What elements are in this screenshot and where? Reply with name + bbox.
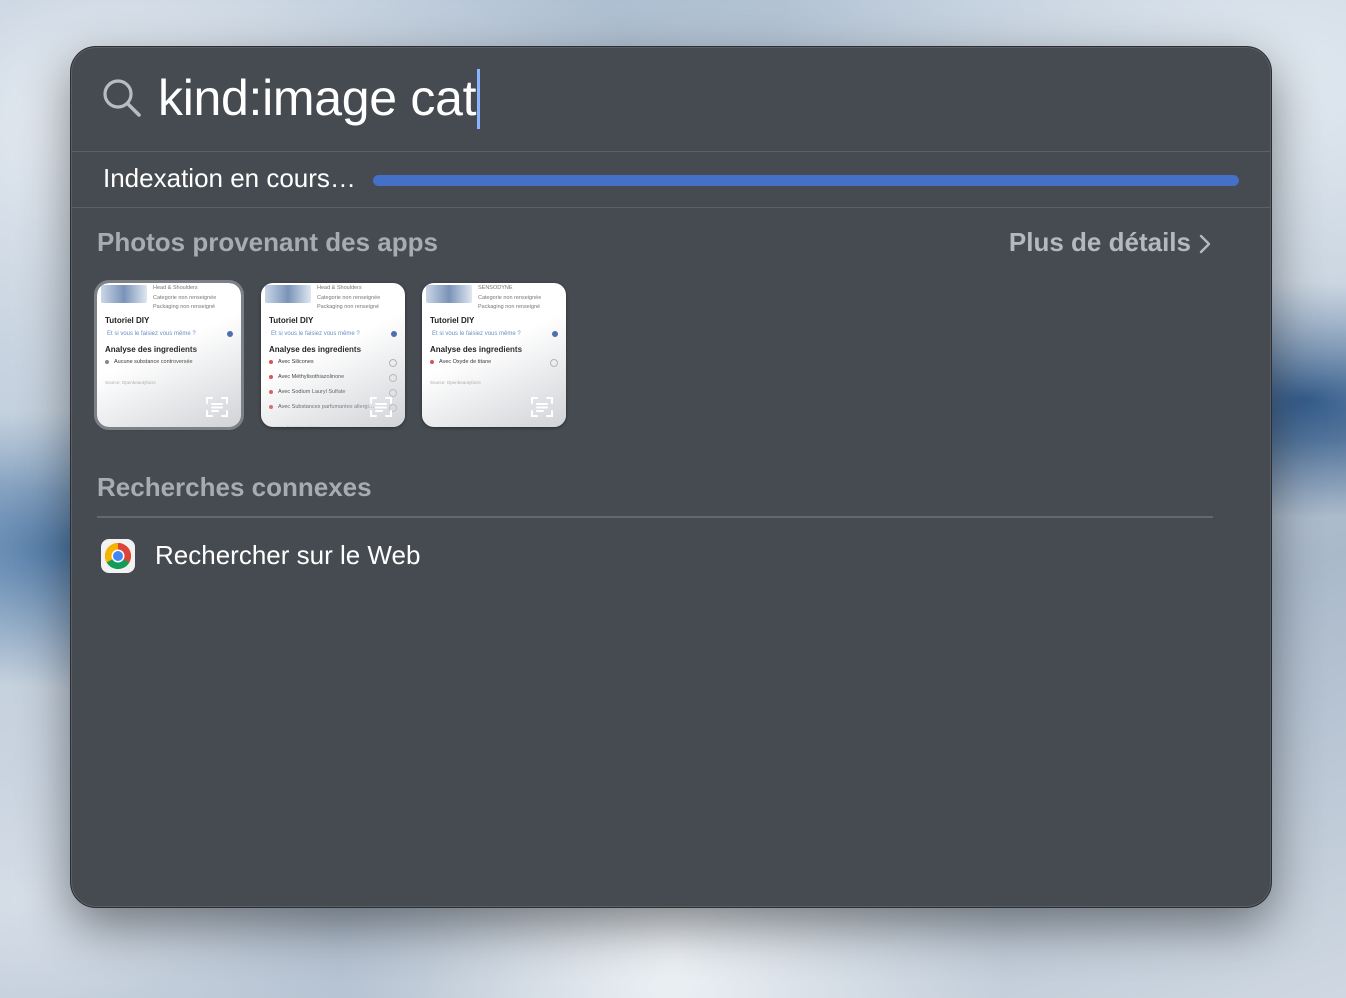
live-text-icon (206, 397, 228, 417)
more-details-link[interactable]: Plus de détails (1009, 227, 1211, 258)
divider (97, 516, 1213, 518)
related-section-title: Recherches connexes (97, 472, 372, 502)
chrome-icon (101, 539, 135, 573)
search-query-text: kind:image cat (158, 70, 477, 126)
text-caret (477, 68, 481, 129)
divider (71, 207, 1271, 208)
more-details-label: Plus de détails (1008, 227, 1191, 257)
photo-thumbnail[interactable]: Head & ShouldersCategorie non renseignée… (94, 280, 244, 430)
spotlight-panel: kind:image cat Indexation en cours… Phot… (70, 46, 1272, 908)
live-text-icon (531, 397, 553, 417)
indexing-status: Indexation en cours… (71, 153, 1271, 207)
search-icon (103, 79, 141, 117)
indexing-label: Indexation en cours… (103, 163, 356, 193)
photo-thumbnail[interactable]: SENSODYNECategorie non renseignéePackagi… (422, 283, 566, 427)
chevron-right-icon (1199, 234, 1211, 254)
indexing-progress-bar (373, 175, 1239, 186)
live-text-icon (370, 397, 392, 417)
photo-thumbnail[interactable]: Head & ShouldersCategorie non renseignée… (261, 283, 405, 427)
divider (71, 151, 1271, 152)
search-input[interactable]: kind:image cat (158, 67, 481, 129)
search-bar: kind:image cat (71, 47, 1271, 152)
web-search-label: Rechercher sur le Web (155, 540, 421, 570)
indexing-progress-fill (373, 175, 1239, 186)
web-search-result[interactable]: Rechercher sur le Web (97, 534, 697, 578)
photos-section-title: Photos provenant des apps (97, 227, 438, 257)
